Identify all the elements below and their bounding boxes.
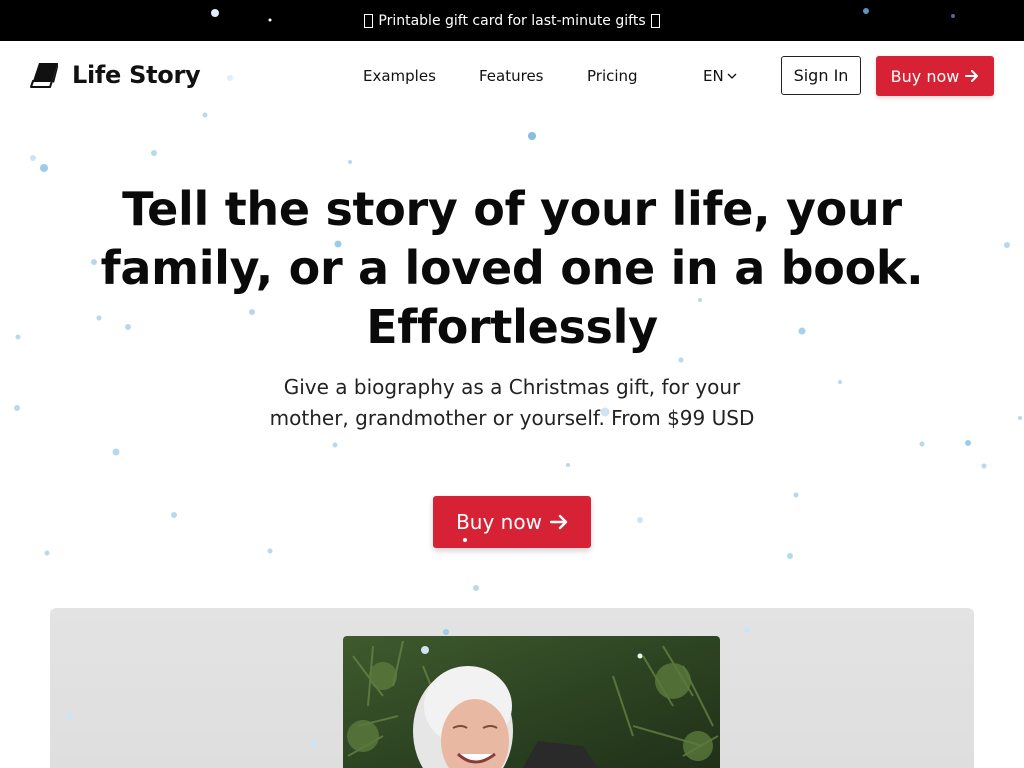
nav-features[interactable]: Features	[479, 67, 544, 85]
elderly-woman-image	[343, 636, 720, 768]
language-selector[interactable]: EN	[703, 67, 737, 85]
arrow-right-icon	[549, 514, 568, 530]
arrow-right-icon	[965, 70, 979, 82]
hero-buy-now-button[interactable]: Buy now	[433, 496, 591, 548]
sign-in-button[interactable]: Sign In	[781, 56, 861, 95]
header-buy-now-button[interactable]: Buy now	[876, 56, 994, 96]
sign-in-label: Sign In	[793, 66, 849, 85]
hero-title: Tell the story of your life, your family…	[100, 182, 924, 354]
gift-icon	[364, 13, 374, 28]
hero-photo	[343, 636, 720, 768]
language-label: EN	[703, 67, 724, 85]
announcement-bar[interactable]: Printable gift card for last-minute gift…	[0, 0, 1024, 41]
gift-icon	[650, 13, 660, 28]
buy-now-label: Buy now	[890, 66, 960, 86]
nav-pricing[interactable]: Pricing	[587, 67, 638, 85]
chevron-down-icon	[727, 73, 737, 79]
hero-subtitle: Give a biography as a Christmas gift, fo…	[269, 375, 755, 430]
hero-cta-label: Buy now	[456, 510, 542, 534]
site-header: Life Story Examples Features Pricing EN …	[0, 41, 1024, 111]
main-nav: Examples Features Pricing EN	[0, 67, 1024, 87]
announcement-text: Printable gift card for last-minute gift…	[378, 12, 646, 29]
nav-examples[interactable]: Examples	[363, 67, 436, 85]
